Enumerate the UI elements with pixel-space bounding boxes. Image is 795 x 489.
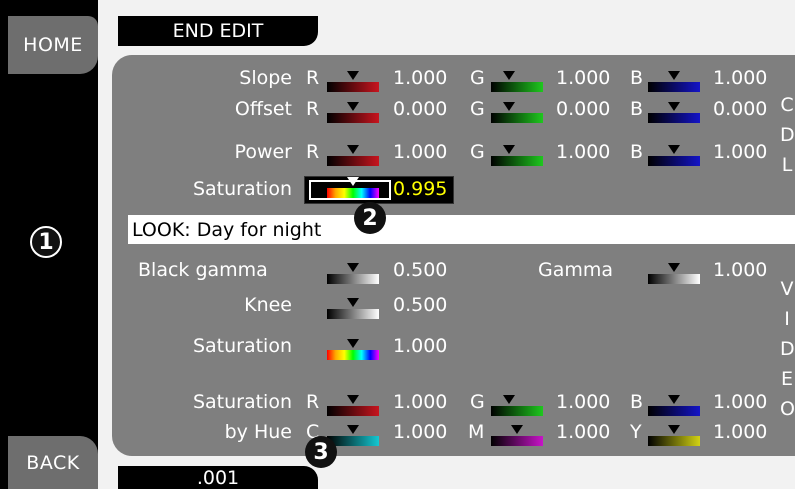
hue-y-slider[interactable] (648, 425, 700, 446)
slope-b-slider[interactable] (648, 71, 700, 92)
gamma-label: Gamma (538, 259, 614, 281)
power-g-channel: G (470, 141, 485, 163)
slope-g-slider[interactable] (491, 71, 543, 92)
offset-g-slider[interactable] (491, 102, 543, 123)
cdl-saturation-value: 0.995 (393, 178, 448, 200)
power-label: Power (234, 141, 292, 163)
hue-c-value: 1.000 (393, 421, 448, 443)
video-side-letter-e: E (780, 368, 793, 390)
power-b-channel: B (630, 141, 644, 163)
cdl-side-letter-d: D (780, 124, 795, 146)
hue-b-value: 1.000 (713, 391, 768, 413)
power-r-slider[interactable] (327, 145, 379, 166)
sidebar: HOME 1 BACK (0, 0, 98, 489)
hue-m-value: 1.000 (556, 421, 611, 443)
cdl-saturation-label: Saturation (192, 178, 292, 200)
slope-b-channel: B (630, 67, 644, 89)
offset-g-value: 0.000 (556, 98, 611, 120)
knee-label: Knee (244, 294, 292, 316)
offset-label: Offset (234, 98, 292, 120)
offset-r-channel: R (306, 98, 320, 120)
cdl-saturation-slider[interactable] (327, 177, 379, 198)
video-side-letter-o: O (780, 398, 795, 420)
slope-g-channel: G (470, 67, 485, 89)
callout-3: 3 (305, 436, 337, 468)
hue-g-value: 1.000 (556, 391, 611, 413)
offset-b-slider[interactable] (648, 102, 700, 123)
knee-value: 0.500 (393, 294, 448, 316)
cdl-side-letter-l: L (781, 154, 793, 176)
video-side-letter-i: I (784, 308, 790, 330)
video-saturation-label: Saturation (192, 335, 292, 357)
hue-b-channel: B (630, 391, 644, 413)
power-g-value: 1.000 (556, 141, 611, 163)
hue-y-channel: Y (630, 421, 642, 443)
offset-g-channel: G (470, 98, 485, 120)
end-edit-button[interactable]: END EDIT (118, 16, 318, 46)
hue-y-value: 1.000 (713, 421, 768, 443)
sat-by-hue-label-line1: Saturation (192, 391, 292, 413)
power-r-value: 1.000 (393, 141, 448, 163)
power-g-slider[interactable] (491, 145, 543, 166)
cdl-side-letter-c: C (780, 94, 794, 116)
power-r-channel: R (306, 141, 320, 163)
offset-r-value: 0.000 (393, 98, 448, 120)
offset-r-slider[interactable] (327, 102, 379, 123)
back-button[interactable]: BACK (8, 436, 98, 489)
gamma-value: 1.000 (713, 259, 768, 281)
slope-r-channel: R (306, 67, 320, 89)
step-value-display[interactable]: .001 (118, 466, 318, 489)
callout-1: 1 (30, 226, 62, 258)
hue-g-slider[interactable] (491, 395, 543, 416)
slope-b-value: 1.000 (713, 67, 768, 89)
offset-b-value: 0.000 (713, 98, 768, 120)
callout-2: 2 (354, 202, 386, 234)
hue-b-slider[interactable] (648, 395, 700, 416)
home-button[interactable]: HOME (8, 16, 98, 74)
hue-r-channel: R (306, 391, 320, 413)
video-side-letter-d: D (780, 338, 795, 360)
knee-slider[interactable] (327, 298, 379, 319)
slope-label: Slope (239, 67, 292, 89)
hue-m-channel: M (468, 421, 485, 443)
slope-r-value: 1.000 (393, 67, 448, 89)
hue-m-slider[interactable] (491, 425, 543, 446)
hue-r-slider[interactable] (327, 395, 379, 416)
power-b-value: 1.000 (713, 141, 768, 163)
black-gamma-label: Black gamma (138, 259, 268, 281)
look-name-bar[interactable]: LOOK: Day for night (128, 215, 795, 244)
gamma-slider[interactable] (648, 263, 700, 284)
video-saturation-value: 1.000 (393, 335, 448, 357)
video-side-letter-v: V (780, 278, 794, 300)
sat-by-hue-label-line2: by Hue (224, 421, 292, 443)
slope-r-slider[interactable] (327, 71, 379, 92)
video-saturation-slider[interactable] (327, 339, 379, 360)
hue-g-channel: G (470, 391, 485, 413)
black-gamma-slider[interactable] (327, 263, 379, 284)
hue-r-value: 1.000 (393, 391, 448, 413)
offset-b-channel: B (630, 98, 644, 120)
black-gamma-value: 0.500 (393, 259, 448, 281)
power-b-slider[interactable] (648, 145, 700, 166)
slope-g-value: 1.000 (556, 67, 611, 89)
